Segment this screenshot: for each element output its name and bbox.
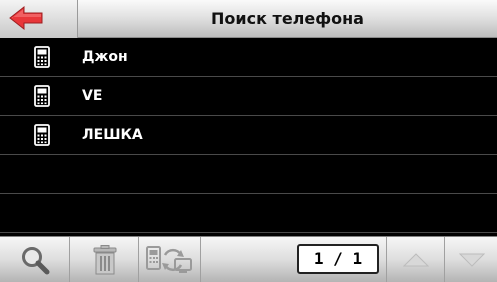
delete-button[interactable]: [70, 237, 139, 282]
list-item[interactable]: ЛЕШКА: [0, 116, 497, 155]
list-item[interactable]: Джон: [0, 38, 497, 77]
search-button[interactable]: [0, 237, 70, 282]
page-indicator: 1 / 1: [297, 244, 379, 274]
empty-row: [0, 194, 497, 233]
bottom-toolbar: 1 / 1: [0, 236, 497, 282]
scroll-up-button[interactable]: [387, 237, 445, 282]
mobile-phone-icon: [34, 124, 50, 146]
contact-name: VE: [82, 88, 103, 104]
sync-button[interactable]: [139, 237, 201, 282]
contact-name: ЛЕШКА: [82, 127, 143, 143]
back-arrow-icon: [9, 5, 43, 31]
trash-icon: [93, 245, 117, 275]
list-item[interactable]: VE: [0, 77, 497, 116]
page-title: Поиск телефона: [211, 9, 364, 28]
search-icon: [22, 247, 50, 275]
arrow-down-icon: [459, 253, 485, 267]
empty-row: [0, 155, 497, 194]
back-button[interactable]: [0, 0, 78, 38]
phone-sync-icon: [146, 246, 192, 273]
title-bar: Поиск телефона: [0, 0, 497, 38]
contact-name: Джон: [82, 49, 128, 65]
mobile-phone-icon: [34, 46, 50, 68]
arrow-up-icon: [403, 253, 429, 267]
mobile-phone-icon: [34, 85, 50, 107]
scroll-down-button[interactable]: [445, 237, 497, 282]
phone-list: Джон VE ЛЕШКА: [0, 38, 497, 236]
